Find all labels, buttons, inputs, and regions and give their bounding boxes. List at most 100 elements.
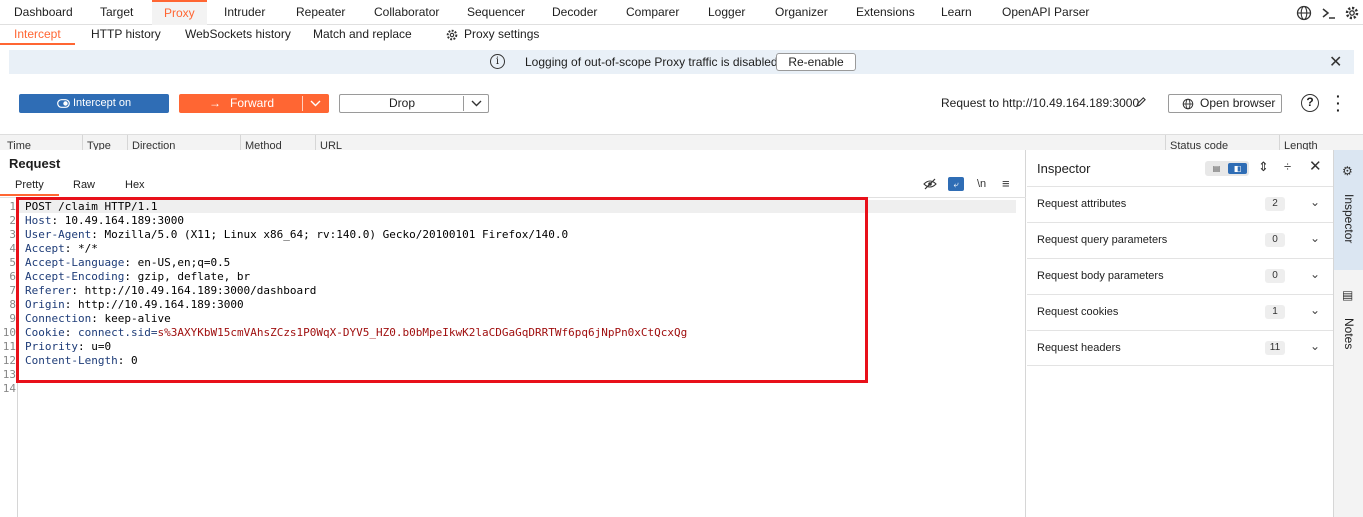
forward-label: Forward bbox=[230, 96, 275, 110]
column-url[interactable]: URL bbox=[320, 140, 342, 150]
inspector-row-request-cookies[interactable]: Request cookies 1 ⌄ bbox=[1027, 294, 1333, 330]
edit-pencil-icon[interactable] bbox=[1135, 96, 1147, 108]
newline-toggle-icon[interactable]: \n bbox=[977, 178, 986, 190]
column-direction[interactable]: Direction bbox=[132, 140, 175, 150]
column-method[interactable]: Method bbox=[245, 140, 282, 150]
banner-message: Logging of out-of-scope Proxy traffic is… bbox=[525, 55, 778, 69]
tab-target[interactable]: Target bbox=[100, 0, 133, 25]
intercept-toggle-button[interactable]: Intercept on bbox=[19, 94, 169, 113]
terminal-icon[interactable] bbox=[1320, 4, 1338, 22]
line-number: 12 bbox=[2, 354, 16, 367]
line-number: 9 bbox=[9, 312, 16, 325]
chevron-down-icon[interactable]: ⌄ bbox=[1310, 267, 1320, 281]
chevron-down-icon[interactable]: ⌄ bbox=[1310, 195, 1320, 209]
subtab-intercept[interactable]: Intercept bbox=[0, 25, 75, 45]
count-badge: 1 bbox=[1265, 305, 1285, 319]
line-number: 5 bbox=[9, 256, 16, 269]
more-options-icon[interactable]: · · · bbox=[1336, 89, 1341, 117]
tab-comparer[interactable]: Comparer bbox=[626, 0, 679, 25]
tab-dashboard[interactable]: Dashboard bbox=[14, 0, 73, 25]
line-number: 3 bbox=[9, 228, 16, 241]
tab-sequencer[interactable]: Sequencer bbox=[467, 0, 525, 25]
subtab-match-and-replace[interactable]: Match and replace bbox=[313, 25, 412, 45]
list-layout-icon[interactable]: ▤ bbox=[1207, 163, 1226, 174]
hide-eye-icon[interactable] bbox=[923, 178, 937, 190]
column-type[interactable]: Type bbox=[87, 140, 111, 150]
line-number: 6 bbox=[9, 270, 16, 283]
tab-extensions[interactable]: Extensions bbox=[856, 0, 915, 25]
tab-intruder[interactable]: Intruder bbox=[224, 0, 265, 25]
re-enable-button[interactable]: Re-enable bbox=[776, 53, 856, 71]
inspector-icon: ⚙ bbox=[1342, 164, 1353, 178]
request-title: Request bbox=[9, 156, 61, 171]
count-badge: 11 bbox=[1265, 341, 1285, 355]
tab-decoder[interactable]: Decoder bbox=[552, 0, 597, 25]
drop-label: Drop bbox=[389, 96, 416, 110]
settings-gear-icon[interactable] bbox=[1343, 4, 1361, 22]
menu-icon[interactable]: ≡ bbox=[1002, 176, 1010, 191]
line-number: 8 bbox=[9, 298, 16, 311]
side-panel-tabs: ⚙ Inspector ▤ Notes bbox=[1333, 150, 1363, 517]
count-badge: 0 bbox=[1265, 233, 1285, 247]
request-panel: Request Pretty Raw Hex ⤶ \n ≡ 1 2 3 4 5 … bbox=[0, 150, 1026, 517]
forward-separator bbox=[302, 96, 303, 111]
count-badge: 2 bbox=[1265, 197, 1285, 211]
tab-learn[interactable]: Learn bbox=[941, 0, 972, 25]
tab-hex[interactable]: Hex bbox=[125, 179, 145, 191]
column-status-code[interactable]: Status code bbox=[1170, 140, 1228, 150]
inspector-row-request-headers[interactable]: Request headers 11 ⌄ bbox=[1027, 330, 1333, 366]
forward-dropdown-chevron-icon[interactable] bbox=[310, 100, 321, 107]
tab-openapi-parser[interactable]: OpenAPI Parser bbox=[1002, 0, 1089, 25]
chevron-down-icon[interactable]: ⌄ bbox=[1310, 231, 1320, 245]
layout-toggle[interactable]: ▤ ◧ bbox=[1205, 161, 1249, 176]
tab-raw[interactable]: Raw bbox=[73, 179, 95, 191]
open-browser-button[interactable]: Open browser bbox=[1168, 94, 1282, 113]
info-banner: i Logging of out-of-scope Proxy traffic … bbox=[9, 50, 1354, 74]
chevron-down-icon[interactable]: ⌄ bbox=[1310, 339, 1320, 353]
proxy-settings-gear-icon bbox=[446, 29, 458, 41]
close-icon[interactable]: ✕ bbox=[1309, 157, 1322, 175]
line-number: 10 bbox=[2, 326, 16, 339]
info-icon: i bbox=[490, 54, 505, 69]
inspector-row-request-attributes[interactable]: Request attributes 2 ⌄ bbox=[1027, 186, 1333, 222]
count-badge: 0 bbox=[1265, 269, 1285, 283]
chevron-down-icon[interactable]: ⌄ bbox=[1310, 303, 1320, 317]
tab-organizer[interactable]: Organizer bbox=[775, 0, 828, 25]
expand-all-icon[interactable]: ⇕ bbox=[1258, 159, 1269, 175]
subtab-http-history[interactable]: HTTP history bbox=[91, 25, 161, 45]
close-icon[interactable]: ✕ bbox=[1329, 52, 1342, 72]
collapse-all-icon[interactable]: ÷ bbox=[1284, 159, 1291, 174]
open-browser-label: Open browser bbox=[1200, 96, 1276, 110]
proxy-sub-tab-bar: Intercept HTTP history WebSockets histor… bbox=[0, 25, 1363, 45]
highlight-annotation-box bbox=[16, 197, 868, 383]
request-target-label: Request to http://10.49.164.189:3000 bbox=[941, 96, 1140, 110]
inspector-panel: Inspector ▤ ◧ ⇕ ÷ ✕ Request attributes 2… bbox=[1027, 150, 1333, 517]
column-time[interactable]: Time bbox=[7, 140, 31, 150]
drop-separator bbox=[463, 96, 464, 111]
tab-repeater[interactable]: Repeater bbox=[296, 0, 345, 25]
line-number: 7 bbox=[9, 284, 16, 297]
intercept-label: Intercept on bbox=[73, 97, 132, 109]
notes-icon: ▤ bbox=[1342, 288, 1354, 302]
line-number: 11 bbox=[2, 340, 16, 353]
column-length[interactable]: Length bbox=[1284, 140, 1318, 150]
line-number: 14 bbox=[2, 382, 16, 395]
drop-button[interactable]: Drop bbox=[339, 94, 489, 113]
tab-proxy[interactable]: Proxy bbox=[152, 0, 207, 25]
tab-logger[interactable]: Logger bbox=[708, 0, 745, 25]
tab-pretty[interactable]: Pretty bbox=[0, 179, 59, 196]
forward-button[interactable]: → Forward bbox=[179, 94, 329, 113]
drop-dropdown-chevron-icon[interactable] bbox=[471, 100, 482, 107]
tab-collaborator[interactable]: Collaborator bbox=[374, 0, 439, 25]
side-tab-inspector[interactable]: ⚙ Inspector bbox=[1334, 150, 1363, 270]
line-number: 4 bbox=[9, 242, 16, 255]
help-icon[interactable]: ? bbox=[1301, 94, 1319, 112]
subtab-proxy-settings[interactable]: Proxy settings bbox=[464, 25, 539, 45]
inspector-row-request-query-parameters[interactable]: Request query parameters 0 ⌄ bbox=[1027, 222, 1333, 258]
top-tab-bar: Dashboard Target Proxy Intruder Repeater… bbox=[0, 0, 1363, 25]
split-layout-icon[interactable]: ◧ bbox=[1228, 163, 1247, 174]
word-wrap-icon[interactable]: ⤶ bbox=[948, 177, 964, 191]
inspector-row-request-body-parameters[interactable]: Request body parameters 0 ⌄ bbox=[1027, 258, 1333, 294]
subtab-websockets-history[interactable]: WebSockets history bbox=[185, 25, 291, 45]
globe-icon[interactable] bbox=[1295, 4, 1313, 22]
